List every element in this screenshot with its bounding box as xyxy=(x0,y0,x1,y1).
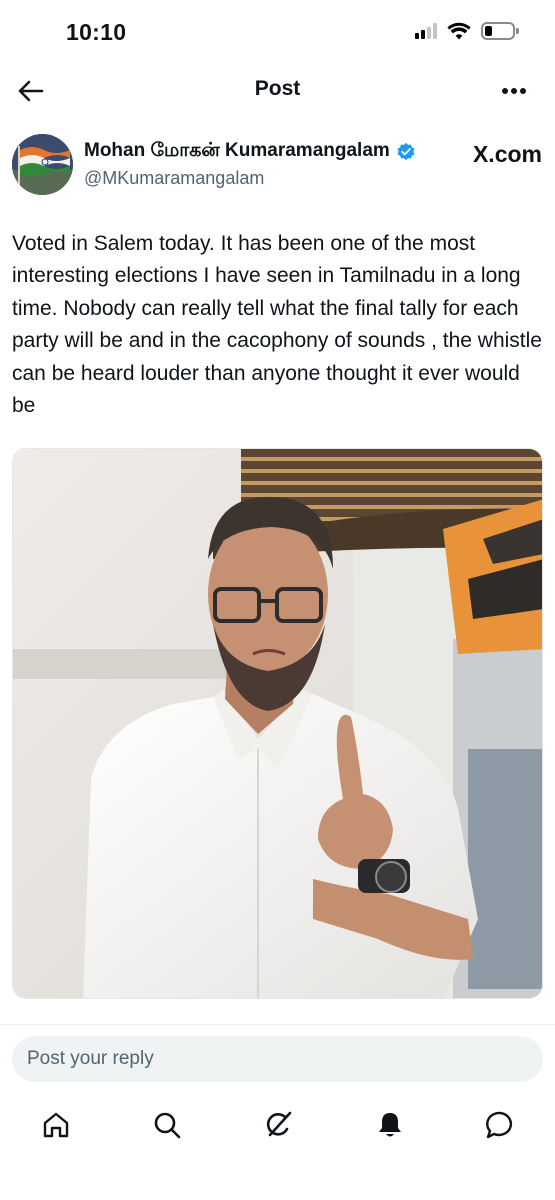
verified-badge-icon xyxy=(397,142,415,161)
search-icon xyxy=(154,1112,181,1139)
bottom-tab-bar xyxy=(0,1100,555,1150)
status-bar: 10:10 xyxy=(0,0,555,64)
status-icons xyxy=(415,22,519,40)
reply-input[interactable] xyxy=(12,1036,543,1082)
author-name[interactable]: Mohan மோகன் Kumaramangalam xyxy=(84,140,416,164)
more-horizontal-icon xyxy=(502,88,526,94)
status-time: 10:10 xyxy=(66,19,127,45)
post-image[interactable] xyxy=(12,448,543,999)
post-text: Voted in Salem today. It has been one of… xyxy=(12,232,542,418)
reply-box[interactable] xyxy=(12,1036,543,1082)
home-icon xyxy=(43,1112,69,1138)
grok-icon xyxy=(266,1111,292,1137)
xcom-watermark: X.com xyxy=(472,141,542,167)
cellular-signal-icon xyxy=(415,23,437,39)
tab-search[interactable] xyxy=(150,1108,184,1142)
author-name-text: Mohan மோகன் Kumaramangalam xyxy=(84,140,390,161)
tab-home[interactable] xyxy=(39,1108,73,1142)
tab-messages[interactable] xyxy=(483,1108,517,1142)
photo-man-showing-inked-finger xyxy=(13,449,542,998)
battery-low-icon xyxy=(481,22,519,40)
post-author: Mohan மோகன் Kumaramangalam @MKumaramanga… xyxy=(12,134,542,196)
bell-icon xyxy=(379,1113,401,1137)
post-header: Post xyxy=(0,64,555,116)
more-options-button[interactable] xyxy=(499,76,529,106)
indian-flag-avatar-icon xyxy=(12,134,73,195)
avatar[interactable] xyxy=(12,134,73,195)
page-title: Post xyxy=(254,77,301,100)
tab-grok[interactable] xyxy=(261,1108,295,1142)
tab-notifications[interactable] xyxy=(373,1108,407,1142)
chat-bubble-icon xyxy=(486,1111,513,1139)
wifi-icon xyxy=(447,22,471,40)
author-handle[interactable]: @MKumaramangalam xyxy=(84,168,264,189)
divider xyxy=(0,1024,555,1025)
